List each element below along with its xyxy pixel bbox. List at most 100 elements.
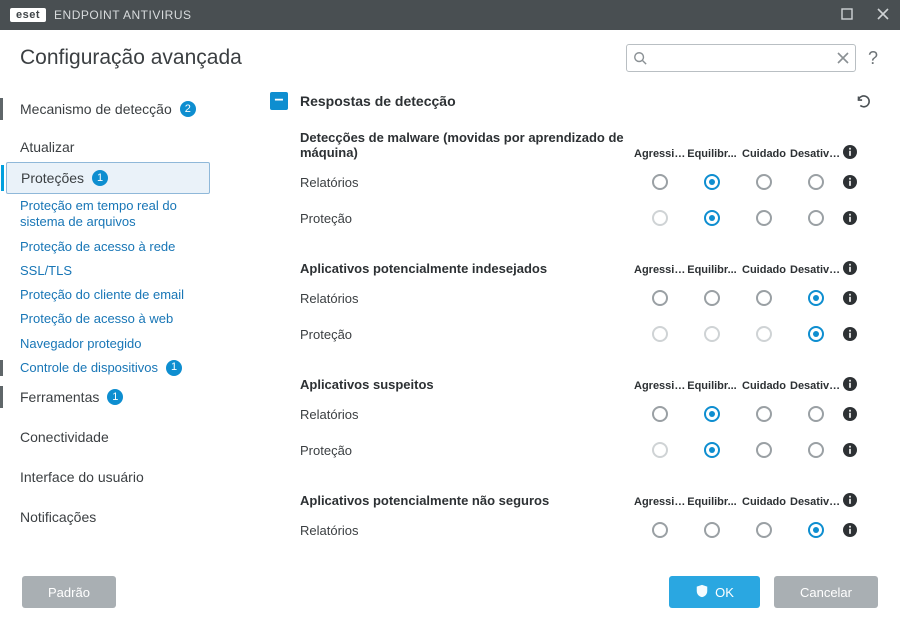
- collapse-icon[interactable]: −: [270, 92, 288, 110]
- info-icon[interactable]: [842, 144, 872, 160]
- setting-label: Relatórios: [300, 407, 634, 422]
- radio-input[interactable]: [808, 326, 824, 342]
- clear-search-icon[interactable]: [837, 52, 849, 64]
- radio-option[interactable]: [738, 406, 790, 422]
- radio-input[interactable]: [652, 174, 668, 190]
- radio-option[interactable]: [790, 210, 842, 226]
- info-icon[interactable]: [842, 442, 872, 458]
- radio-input[interactable]: [756, 522, 772, 538]
- radio-input[interactable]: [652, 290, 668, 306]
- radio-input[interactable]: [756, 290, 772, 306]
- radio-option[interactable]: [634, 406, 686, 422]
- radio-option[interactable]: [790, 522, 842, 538]
- setting-row: Relatórios: [270, 164, 872, 200]
- radio-option[interactable]: [790, 174, 842, 190]
- level-header: Desativa...: [790, 380, 842, 392]
- radio-input[interactable]: [808, 522, 824, 538]
- radio-input[interactable]: [808, 210, 824, 226]
- help-button[interactable]: ?: [868, 48, 878, 69]
- radio-input[interactable]: [704, 406, 720, 422]
- radio-option[interactable]: [686, 406, 738, 422]
- info-icon[interactable]: [842, 376, 872, 392]
- radio-input[interactable]: [756, 406, 772, 422]
- radio-input[interactable]: [756, 174, 772, 190]
- radio-option[interactable]: [790, 290, 842, 306]
- sidebar-subitem[interactable]: SSL/TLS: [0, 259, 232, 283]
- radio-input[interactable]: [704, 290, 720, 306]
- radio-option[interactable]: [634, 290, 686, 306]
- search-box[interactable]: [626, 44, 856, 72]
- radio-input[interactable]: [756, 210, 772, 226]
- sidebar-item[interactable]: Notificações: [0, 502, 232, 532]
- radio-input[interactable]: [652, 406, 668, 422]
- radio-input[interactable]: [756, 442, 772, 458]
- radio-input[interactable]: [704, 522, 720, 538]
- level-header: Agressivo: [634, 148, 686, 160]
- radio-input[interactable]: [652, 522, 668, 538]
- radio-option[interactable]: [738, 290, 790, 306]
- sidebar-subitem[interactable]: Navegador protegido: [0, 332, 232, 356]
- radio-option[interactable]: [738, 174, 790, 190]
- radio-option[interactable]: [634, 522, 686, 538]
- sidebar-item[interactable]: Interface do usuário: [0, 462, 232, 492]
- radio-input: [756, 326, 772, 342]
- radio-option[interactable]: [686, 442, 738, 458]
- sidebar: Mecanismo de detecção2 AtualizarProteções…: [0, 86, 232, 564]
- radio-option[interactable]: [634, 174, 686, 190]
- radio-option[interactable]: [738, 442, 790, 458]
- radio-option[interactable]: [738, 522, 790, 538]
- sidebar-item[interactable]: Atualizar: [0, 132, 232, 162]
- radio-option[interactable]: [686, 290, 738, 306]
- maximize-icon[interactable]: [840, 8, 854, 22]
- info-icon[interactable]: [842, 522, 872, 538]
- level-header: Equilibr...: [686, 380, 738, 392]
- radio-input[interactable]: [704, 442, 720, 458]
- search-input[interactable]: [653, 51, 831, 66]
- sidebar-subitem[interactable]: Controle de dispositivos1: [0, 356, 232, 380]
- radio-option: [634, 210, 686, 226]
- sidebar-subitem[interactable]: Proteção em tempo real do sistema de arq…: [0, 194, 232, 235]
- cancel-button[interactable]: Cancelar: [774, 576, 878, 608]
- radio-input: [652, 326, 668, 342]
- sidebar-item[interactable]: Mecanismo de detecção2: [0, 94, 232, 124]
- ok-button[interactable]: OK: [669, 576, 760, 608]
- sidebar-subitem[interactable]: Proteção do cliente de email: [0, 283, 232, 307]
- radio-input[interactable]: [808, 442, 824, 458]
- radio-input: [704, 326, 720, 342]
- sidebar-item[interactable]: Proteções1: [6, 162, 210, 194]
- radio-option[interactable]: [686, 210, 738, 226]
- sidebar-item[interactable]: Ferramentas1: [0, 382, 232, 412]
- info-icon[interactable]: [842, 290, 872, 306]
- radio-input[interactable]: [808, 174, 824, 190]
- radio-input[interactable]: [704, 210, 720, 226]
- radio-input[interactable]: [808, 406, 824, 422]
- radio-option[interactable]: [790, 406, 842, 422]
- undo-icon[interactable]: [854, 92, 872, 110]
- level-headers: AgressivoEquilibr...CuidadoDesativa...: [634, 496, 842, 508]
- radio-option[interactable]: [686, 174, 738, 190]
- info-icon[interactable]: [842, 326, 872, 342]
- info-icon[interactable]: [842, 260, 872, 276]
- close-icon[interactable]: [876, 8, 890, 22]
- radio-group: [634, 290, 842, 306]
- level-header: Agressivo: [634, 380, 686, 392]
- info-icon[interactable]: [842, 210, 872, 226]
- radio-input[interactable]: [704, 174, 720, 190]
- setting-row: Relatórios: [270, 396, 872, 432]
- setting-label: Proteção: [300, 443, 634, 458]
- sidebar-item[interactable]: Conectividade: [0, 422, 232, 452]
- info-icon[interactable]: [842, 406, 872, 422]
- radio-option[interactable]: [738, 210, 790, 226]
- radio-option[interactable]: [790, 442, 842, 458]
- sidebar-subitem[interactable]: Proteção de acesso à web: [0, 307, 232, 331]
- level-header: Equilibr...: [686, 264, 738, 276]
- radio-option[interactable]: [790, 326, 842, 342]
- setting-label: Relatórios: [300, 291, 634, 306]
- default-button[interactable]: Padrão: [22, 576, 116, 608]
- info-icon[interactable]: [842, 492, 872, 508]
- info-icon[interactable]: [842, 174, 872, 190]
- radio-option[interactable]: [686, 522, 738, 538]
- radio-input[interactable]: [808, 290, 824, 306]
- sidebar-subitem[interactable]: Proteção de acesso à rede: [0, 235, 232, 259]
- sidebar-subitem-label: Navegador protegido: [20, 336, 141, 352]
